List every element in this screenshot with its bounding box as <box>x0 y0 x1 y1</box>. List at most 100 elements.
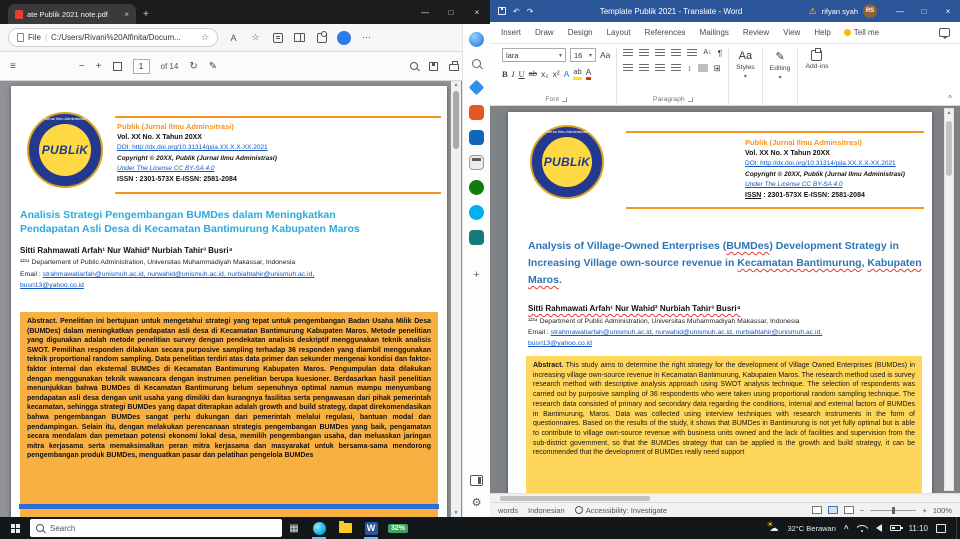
taskbar-edge-icon[interactable] <box>306 517 332 539</box>
translator-icon[interactable] <box>469 230 484 245</box>
quick-save-icon[interactable] <box>498 7 506 15</box>
pdf-viewport[interactable]: Jurnal Ilmu Administrasi PUBLiK Publik (… <box>0 81 462 517</box>
word-scrollbar-thumb[interactable] <box>946 121 952 176</box>
sidebar-settings-icon[interactable]: ⚙ <box>472 496 482 509</box>
read-mode-icon[interactable] <box>812 506 823 514</box>
hidden-icons-chevron[interactable]: ^ <box>844 524 849 533</box>
abstract-box-en[interactable]: Abstract. This study aims to determine t… <box>526 356 922 493</box>
text-effects-button[interactable]: A <box>564 69 570 79</box>
styles-dropdown-icon[interactable]: ▾ <box>744 73 747 80</box>
superscript-button[interactable]: x² <box>553 69 560 79</box>
underline-button[interactable]: U <box>519 69 525 79</box>
edge-restore-button[interactable]: □ <box>438 0 464 24</box>
read-aloud-icon[interactable]: A <box>227 33 240 43</box>
edge-minimize-button[interactable]: — <box>412 0 438 24</box>
zoom-in-button[interactable]: + <box>96 61 102 72</box>
scroll-down-icon[interactable]: ▼ <box>451 510 461 516</box>
doc-license-link[interactable]: Under The License CC BY-SA 4.0 <box>745 180 930 191</box>
borders-button[interactable]: ⊞ <box>714 63 721 73</box>
user-avatar[interactable]: RS <box>863 4 877 18</box>
sort-button[interactable]: A↓ <box>703 48 711 58</box>
redo-icon[interactable]: ↷ <box>527 7 534 16</box>
editing-dropdown-icon[interactable]: ▾ <box>779 74 782 81</box>
taskbar-file-explorer-icon[interactable] <box>332 517 358 539</box>
undo-icon[interactable]: ↶ <box>513 7 520 16</box>
align-center-icon[interactable] <box>639 64 650 72</box>
copilot-icon[interactable] <box>469 32 484 47</box>
increase-indent-icon[interactable] <box>687 49 698 57</box>
multilevel-list-icon[interactable] <box>655 49 666 57</box>
fit-to-page-icon[interactable] <box>112 61 122 71</box>
split-screen-icon[interactable] <box>293 33 306 42</box>
taskbar-search-box[interactable]: Search <box>30 519 282 537</box>
clock[interactable]: 11:10 <box>909 524 928 533</box>
word-page[interactable]: Jurnal Ilmu Administrasi PUBLiK Publik (… <box>508 112 932 493</box>
pdf-menu-icon[interactable]: ≡ <box>10 61 16 72</box>
pdf-scrollbar[interactable]: ▲ ▼ <box>451 81 461 517</box>
tell-me-box[interactable]: Tell me <box>843 28 879 37</box>
subscript-button[interactable]: x₂ <box>541 69 549 79</box>
doc-authors-line[interactable]: Sitti Rahmawati Arfah¹ Nur Wahid² Nurbia… <box>528 304 741 313</box>
sidebar-panel-icon[interactable] <box>470 475 483 486</box>
tab-close-icon[interactable]: × <box>124 10 129 19</box>
line-spacing-button[interactable]: ↕ <box>687 63 691 73</box>
favorite-star-icon[interactable]: ☆ <box>201 32 209 43</box>
word-horizontal-scrollbar[interactable] <box>490 493 960 502</box>
draw-icon[interactable]: ✎ <box>209 61 217 72</box>
print-icon[interactable] <box>449 61 459 71</box>
email-link-last[interactable]: busri13@yahoo.co.id <box>20 282 84 289</box>
word-hscrollbar-thumb[interactable] <box>500 496 650 501</box>
taskbar-word-icon[interactable]: W <box>358 517 384 539</box>
align-right-icon[interactable] <box>655 64 666 72</box>
volume-icon[interactable] <box>875 524 882 532</box>
font-name-combobox[interactable]: lara ▾ <box>502 48 566 62</box>
sidebar-search-icon[interactable] <box>472 59 481 68</box>
sidebar-add-icon[interactable]: + <box>473 269 479 281</box>
word-minimize-button[interactable]: — <box>888 0 912 22</box>
word-close-button[interactable]: × <box>936 0 960 22</box>
tab-design[interactable]: Design <box>561 28 600 37</box>
zoom-slider[interactable] <box>870 506 917 514</box>
tab-view[interactable]: View <box>776 28 807 37</box>
show-paragraph-marks-button[interactable]: ¶ <box>718 48 723 58</box>
zoom-out-status-icon[interactable]: − <box>860 506 864 515</box>
font-name-dropdown-icon[interactable]: ▾ <box>559 52 562 59</box>
battery-percentage-badge[interactable]: 32% <box>388 523 409 533</box>
tab-help[interactable]: Help <box>807 28 837 37</box>
bullet-list-icon[interactable] <box>623 49 634 57</box>
network-icon[interactable] <box>857 524 868 532</box>
print-layout-icon[interactable] <box>828 506 839 514</box>
license-link[interactable]: Under The License CC BY-SA 4.0 <box>117 164 443 175</box>
games-icon[interactable] <box>469 180 484 195</box>
styles-button[interactable]: Aa Styles ▾ <box>729 48 763 105</box>
accessibility-status[interactable]: Accessibility: Investigate <box>574 505 667 515</box>
address-bar[interactable]: File | C:/Users/Rivani%20Alfinita/Docum.… <box>8 28 218 47</box>
scroll-up-icon[interactable]: ▲ <box>451 82 461 88</box>
save-icon[interactable] <box>429 61 438 71</box>
bold-button[interactable]: B <box>502 69 508 79</box>
zoom-in-status-icon[interactable]: + <box>922 506 926 515</box>
start-button[interactable] <box>0 517 30 539</box>
paragraph-dialog-launcher-icon[interactable] <box>687 97 693 102</box>
font-color-button[interactable]: A <box>585 67 592 80</box>
doc-affiliation-line[interactable]: ¹²³⁴ Department of Public Administration… <box>528 318 800 325</box>
tab-mailings[interactable]: Mailings <box>693 28 736 37</box>
article-title-en[interactable]: Analysis of Village-Owned Enterprises (B… <box>528 238 932 289</box>
new-tab-button[interactable]: + <box>143 9 149 20</box>
align-left-icon[interactable] <box>623 64 634 72</box>
change-case-button[interactable]: Aa <box>600 50 610 60</box>
favorites-icon[interactable]: ☆ <box>249 32 262 43</box>
page-number-input[interactable]: 1 <box>132 58 150 74</box>
word-scrollbar[interactable]: ▲ <box>944 108 954 491</box>
shopping-icon[interactable] <box>469 105 484 120</box>
extensions-icon[interactable] <box>315 30 328 43</box>
doc-email-link-last[interactable]: busri13@yahoo.co.id <box>528 340 592 347</box>
edge-close-button[interactable]: × <box>464 0 490 24</box>
browser-menu-icon[interactable]: ⋯ <box>360 32 373 43</box>
email-links[interactable]: strahmawatiarfah@unismuh.ac.id, nurwahid… <box>43 271 315 278</box>
word-document-viewport[interactable]: Jurnal Ilmu Administrasi PUBLiK Publik (… <box>490 106 960 493</box>
doi-link[interactable]: DOI: http://dx.doi.org/10.31314/pjia.XX.… <box>117 143 443 154</box>
comments-icon[interactable] <box>939 28 950 39</box>
word-restore-button[interactable]: □ <box>912 0 936 22</box>
doc-email-links[interactable]: strahmawatiarfah@unismuh.ac.id, nurwahid… <box>551 329 823 336</box>
